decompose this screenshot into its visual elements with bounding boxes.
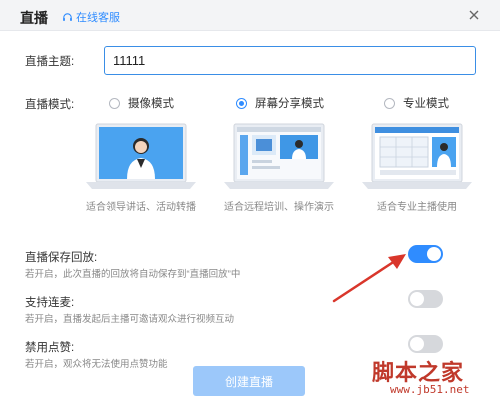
annotation-arrow (332, 254, 406, 303)
camera-mode-caption: 适合领导讲话、活动转播 (86, 202, 196, 213)
camera-mode-illustration[interactable] (86, 122, 196, 192)
replay-setting-desc: 若开启，此次直播的回放将自动保存到“直播回放”中 (25, 269, 241, 280)
mode-label: 直播模式: (25, 99, 75, 111)
topic-input[interactable] (104, 46, 476, 75)
toggle-knob (410, 292, 424, 306)
disable-likes-setting-title: 禁用点赞: (25, 342, 75, 354)
mode-option-professional-label: 专业模式 (403, 98, 449, 110)
radio-camera[interactable] (109, 97, 120, 109)
headset-icon (63, 12, 72, 21)
replay-setting-title: 直播保存回放: (25, 252, 98, 264)
co-host-setting-title: 支持连麦: (25, 297, 75, 309)
professional-mode-illustration[interactable] (362, 122, 472, 192)
mode-option-screen-share-label: 屏幕分享模式 (255, 98, 324, 110)
dialog-title: 直播 (20, 10, 48, 26)
close-button[interactable] (465, 6, 483, 24)
screen-share-mode-caption: 适合远程培训、操作演示 (224, 202, 334, 213)
co-host-setting-desc: 若开启，直播发起后主播可邀请观众进行视频互动 (25, 314, 235, 325)
screen-share-illustration[interactable] (224, 122, 334, 192)
watermark-url: www.jb51.net (390, 383, 470, 396)
mode-option-camera-label: 摄像模式 (128, 98, 174, 110)
customer-service-label: 在线客服 (76, 12, 120, 24)
professional-mode-caption: 适合专业主播使用 (377, 202, 457, 213)
create-live-button[interactable]: 创建直播 (193, 366, 305, 396)
disable-likes-toggle[interactable] (408, 335, 443, 353)
close-icon (469, 10, 479, 20)
customer-service-link[interactable]: 在线客服 (62, 9, 120, 25)
topic-label: 直播主题: (25, 56, 75, 68)
co-host-toggle[interactable] (408, 290, 443, 308)
replay-toggle[interactable] (408, 245, 443, 263)
toggle-knob (410, 337, 424, 351)
radio-professional[interactable] (384, 97, 395, 109)
toggle-knob (427, 247, 441, 261)
disable-likes-setting-desc: 若开启，观众将无法使用点赞功能 (25, 359, 168, 370)
dialog-header: 直播 在线客服 (0, 0, 500, 31)
mode-option-screen-share[interactable]: 屏幕分享模式 (236, 95, 324, 111)
mode-option-camera[interactable]: 摄像模式 (109, 95, 174, 111)
site-watermark: 脚本之家 www.jb51.net (372, 353, 500, 403)
radio-screen-share[interactable] (236, 97, 247, 109)
mode-option-professional[interactable]: 专业模式 (384, 95, 449, 111)
